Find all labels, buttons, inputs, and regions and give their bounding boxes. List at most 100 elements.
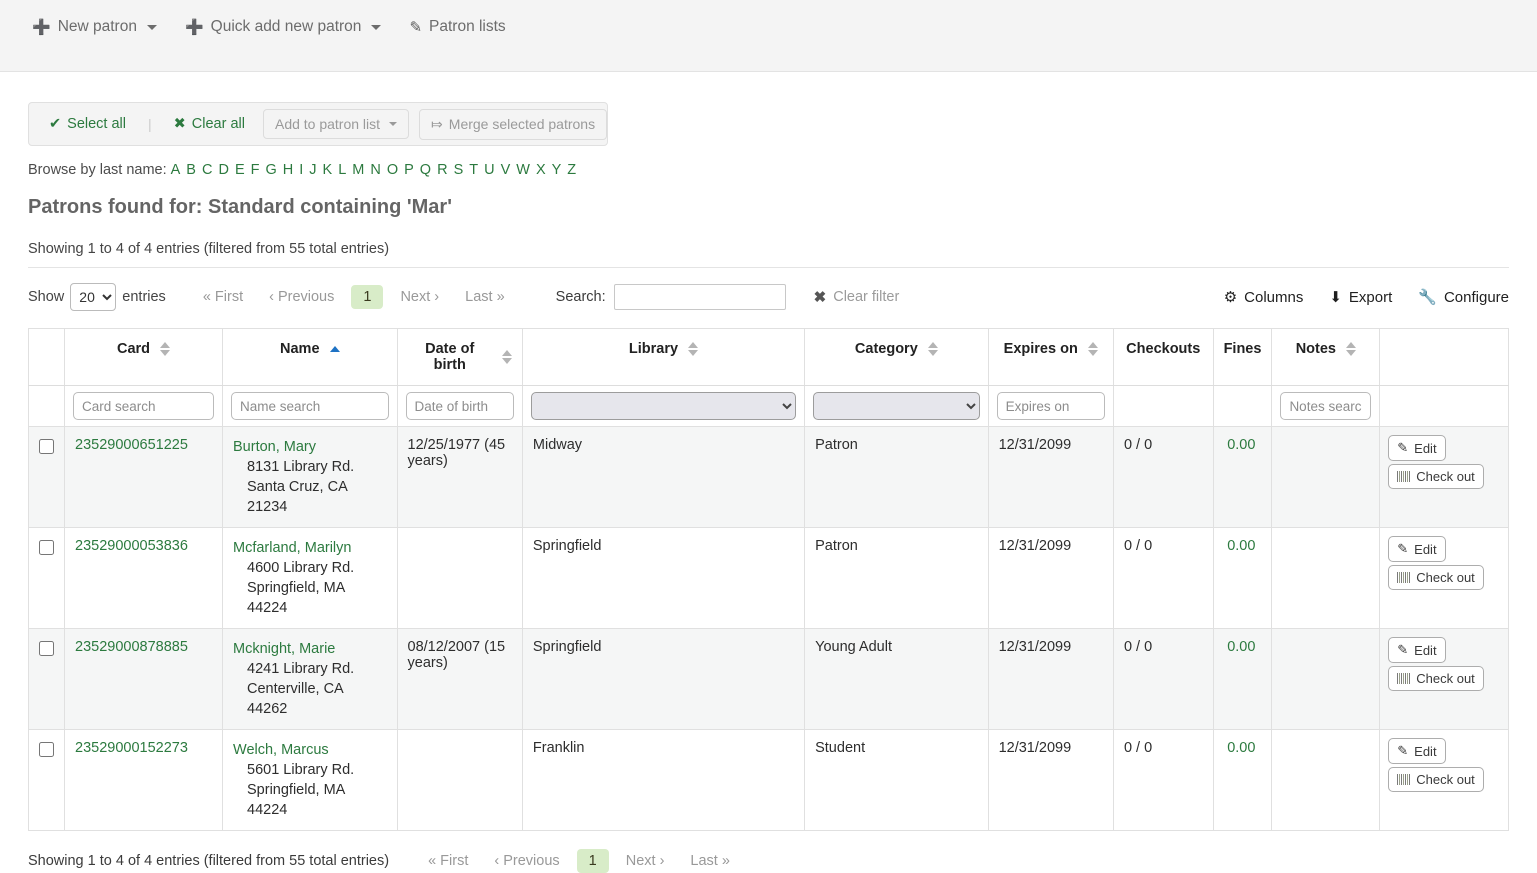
check-out-button[interactable]: Check out	[1388, 666, 1484, 691]
add-to-patron-list-label: Add to patron list	[275, 116, 380, 132]
column-header-notes[interactable]: Notes	[1272, 329, 1380, 386]
card-link[interactable]: 23529000651225	[75, 437, 188, 453]
row-select-checkbox[interactable]	[39, 439, 54, 454]
browse-letter-t[interactable]: T	[469, 162, 478, 178]
patron-lists-link[interactable]: ✎ Patron lists	[395, 14, 519, 40]
browse-letter-c[interactable]: C	[202, 162, 212, 178]
category-filter-select[interactable]	[813, 392, 979, 420]
browse-letter-u[interactable]: U	[484, 162, 494, 178]
row-select-checkbox[interactable]	[39, 540, 54, 555]
row-select-checkbox[interactable]	[39, 641, 54, 656]
column-header-fines[interactable]: Fines	[1213, 329, 1272, 386]
page-length-select[interactable]: 20	[70, 283, 116, 311]
quick-add-new-patron-menu[interactable]: ➕ Quick add new patron	[171, 14, 395, 40]
column-header-category[interactable]: Category	[805, 329, 988, 386]
browse-letter-q[interactable]: Q	[420, 162, 431, 178]
patrons-table: Card Name Date of birth	[28, 328, 1509, 831]
patron-name-link[interactable]: Burton, Mary	[233, 439, 316, 455]
card-link[interactable]: 23529000053836	[75, 538, 188, 554]
browse-letter-f[interactable]: F	[251, 162, 260, 178]
select-all-button[interactable]: ✔ Select all	[41, 113, 134, 135]
patron-name-link[interactable]: Mcfarland, Marilyn	[233, 540, 351, 556]
search-input[interactable]	[614, 284, 786, 310]
columns-button[interactable]: ⚙ Columns	[1224, 288, 1304, 306]
browse-letter-j[interactable]: J	[309, 162, 316, 178]
pagination-top: « First ‹ Previous 1 Next › Last »	[194, 285, 514, 309]
card-link[interactable]: 23529000878885	[75, 639, 188, 655]
pagination-page-1[interactable]: 1	[351, 285, 383, 309]
pagination-first[interactable]: « First	[194, 285, 252, 309]
clear-all-button[interactable]: ✖ Clear all	[166, 113, 253, 135]
export-button[interactable]: ⬇ Export	[1329, 288, 1392, 306]
check-out-button[interactable]: Check out	[1388, 565, 1484, 590]
browse-letter-e[interactable]: E	[235, 162, 245, 178]
pagination-next[interactable]: Next ›	[617, 849, 674, 873]
filter-cell-date-of-birth	[397, 386, 522, 427]
pagination-previous[interactable]: ‹ Previous	[485, 849, 568, 873]
browse-letter-s[interactable]: S	[454, 162, 464, 178]
edit-button[interactable]: ✎ Edit	[1388, 637, 1445, 663]
configure-button[interactable]: 🔧 Configure	[1418, 288, 1509, 306]
edit-button[interactable]: ✎ Edit	[1388, 738, 1445, 764]
chevron-down-icon	[389, 122, 397, 126]
plus-icon: ➕	[32, 18, 51, 36]
pagination-next[interactable]: Next ›	[391, 285, 448, 309]
column-header-name[interactable]: Name	[223, 329, 398, 386]
pagination-next-label: Next	[400, 289, 430, 305]
column-header-date-of-birth-label: Date of birth	[408, 341, 492, 373]
browse-letter-w[interactable]: W	[516, 162, 530, 178]
library-filter-select[interactable]	[531, 392, 796, 420]
wrench-icon: 🔧	[1418, 288, 1437, 306]
check-out-button[interactable]: Check out	[1388, 464, 1484, 489]
pagination-last[interactable]: Last »	[681, 849, 739, 873]
pagination-previous[interactable]: ‹ Previous	[260, 285, 343, 309]
column-header-card[interactable]: Card	[65, 329, 223, 386]
browse-letter-g[interactable]: G	[265, 162, 276, 178]
browse-letter-m[interactable]: M	[352, 162, 364, 178]
row-select-checkbox[interactable]	[39, 742, 54, 757]
browse-letter-b[interactable]: B	[186, 162, 196, 178]
pagination-page-1[interactable]: 1	[577, 849, 609, 873]
browse-letter-o[interactable]: O	[387, 162, 398, 178]
column-header-expires-on[interactable]: Expires on	[988, 329, 1113, 386]
date-of-birth-search-input[interactable]	[406, 392, 514, 420]
browse-letter-d[interactable]: D	[218, 162, 228, 178]
browse-letter-n[interactable]: N	[370, 162, 380, 178]
column-header-checkouts[interactable]: Checkouts	[1113, 329, 1213, 386]
edit-button[interactable]: ✎ Edit	[1388, 435, 1445, 461]
patron-name-link[interactable]: Mcknight, Marie	[233, 641, 335, 657]
edit-button[interactable]: ✎ Edit	[1388, 536, 1445, 562]
name-search-input[interactable]	[231, 392, 389, 420]
browse-letter-k[interactable]: K	[323, 162, 333, 178]
edit-square-icon: ✎	[409, 18, 422, 36]
card-link[interactable]: 23529000152273	[75, 740, 188, 756]
check-out-button[interactable]: Check out	[1388, 767, 1484, 792]
page-title: Patrons found for: Standard containing '…	[28, 196, 1509, 219]
browse-letter-p[interactable]: P	[404, 162, 414, 178]
cell-card: 23529000152273	[65, 730, 223, 831]
add-to-patron-list-button[interactable]: Add to patron list	[263, 109, 409, 139]
browse-letter-l[interactable]: L	[338, 162, 346, 178]
browse-letter-z[interactable]: Z	[567, 162, 576, 178]
browse-letter-r[interactable]: R	[437, 162, 447, 178]
card-search-input[interactable]	[73, 392, 214, 420]
column-header-library[interactable]: Library	[522, 329, 804, 386]
expires-on-search-input[interactable]	[997, 392, 1105, 420]
browse-letter-y[interactable]: Y	[552, 162, 562, 178]
notes-search-input[interactable]	[1280, 392, 1371, 420]
filter-cell-checkouts	[1113, 386, 1213, 427]
clear-filter-button[interactable]: ✖ Clear filter	[814, 288, 900, 306]
browse-letter-x[interactable]: X	[536, 162, 546, 178]
column-header-date-of-birth[interactable]: Date of birth	[397, 329, 522, 386]
pagination-last[interactable]: Last »	[456, 285, 514, 309]
browse-letter-i[interactable]: I	[299, 162, 303, 178]
new-patron-menu[interactable]: ➕ New patron	[18, 14, 171, 40]
browse-letter-v[interactable]: V	[501, 162, 511, 178]
pencil-icon: ✎	[1397, 541, 1408, 557]
browse-letter-h[interactable]: H	[283, 162, 293, 178]
browse-letter-a[interactable]: A	[171, 162, 181, 178]
patron-name-link[interactable]: Welch, Marcus	[233, 742, 329, 758]
pagination-first[interactable]: « First	[419, 849, 477, 873]
merge-selected-patrons-button[interactable]: ⤇ Merge selected patrons	[419, 109, 607, 140]
pagination-previous-label: Previous	[503, 853, 559, 869]
